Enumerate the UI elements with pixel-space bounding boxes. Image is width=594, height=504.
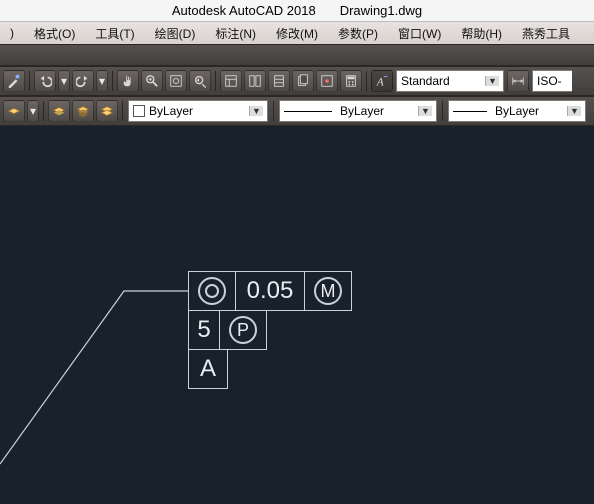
toolbar-properties: ▾ ByLayer ▼ ByLayer ▼ ByLayer ▼ — [0, 96, 594, 126]
lineweight-preview-icon — [453, 111, 487, 112]
quickcalc-button[interactable] — [340, 70, 362, 92]
redo-dropdown[interactable]: ▾ — [96, 70, 108, 92]
projected-modifier-icon: P — [229, 316, 257, 344]
text-style-icon[interactable]: A — [371, 70, 393, 92]
toolbar-spacer — [0, 44, 594, 66]
app-name: Autodesk AutoCAD 2018 — [172, 3, 316, 18]
menu-dim[interactable]: 标注(N) — [207, 23, 264, 44]
layer-iso-button[interactable] — [72, 100, 94, 122]
menu-tools[interactable]: 工具(T) — [87, 23, 142, 44]
menu-modify[interactable]: 修改(M) — [268, 23, 326, 44]
layer-previous-button[interactable] — [48, 100, 70, 122]
gdt-datum-cell: A — [188, 349, 228, 389]
chevron-down-icon: ▼ — [567, 106, 581, 116]
toolbar-standard: ▾ ▾ A Standard ▼ ISO- — [0, 66, 594, 96]
menu-bar: ) 格式(O) 工具(T) 绘图(D) 标注(N) 修改(M) 参数(P) 窗口… — [0, 22, 594, 44]
chevron-down-icon: ▼ — [418, 106, 432, 116]
title-bar: Autodesk AutoCAD 2018 Drawing1.dwg — [0, 0, 594, 22]
linetype-value: ByLayer — [340, 104, 384, 118]
match-properties-button[interactable] — [3, 70, 25, 92]
undo-dropdown[interactable]: ▾ — [58, 70, 70, 92]
redo-button[interactable] — [72, 70, 94, 92]
gdt-datum-num-cell: 5 — [188, 310, 220, 350]
linetype-preview-icon — [284, 111, 332, 112]
lineweight-value: ByLayer — [495, 104, 539, 118]
menu-window[interactable]: 窗口(W) — [390, 23, 449, 44]
gdt-symbol-cell — [188, 271, 236, 311]
text-style-dropdown[interactable]: Standard ▼ — [396, 70, 504, 92]
zoom-window-button[interactable] — [165, 70, 187, 92]
gdt-frame[interactable]: 0.05 M 5 P A — [189, 271, 352, 389]
layer-state-dropdown[interactable]: ▾ — [27, 100, 39, 122]
chevron-down-icon: ▼ — [485, 76, 499, 86]
menu-help[interactable]: 帮助(H) — [453, 23, 510, 44]
gdt-modifier-cell: M — [304, 271, 352, 311]
menu-param[interactable]: 参数(P) — [330, 23, 386, 44]
pan-button[interactable] — [117, 70, 139, 92]
gdt-tolerance-cell: 0.05 — [235, 271, 305, 311]
menu-draw[interactable]: 绘图(D) — [147, 23, 204, 44]
text-style-value: Standard — [401, 74, 450, 88]
sheet-set-button[interactable] — [292, 70, 314, 92]
zoom-realtime-button[interactable] — [141, 70, 163, 92]
color-value: ByLayer — [149, 104, 193, 118]
color-dropdown[interactable]: ByLayer ▼ — [128, 100, 268, 122]
gdt-row-2: 5 P — [189, 311, 352, 350]
menu-truncated[interactable]: ) — [2, 24, 22, 42]
chevron-down-icon: ▼ — [249, 106, 263, 116]
concentricity-icon — [198, 277, 226, 305]
layer-state-button[interactable] — [3, 100, 25, 122]
doc-name: Drawing1.dwg — [340, 3, 422, 18]
gdt-row-3: A — [189, 350, 352, 389]
tool-palettes-button[interactable] — [268, 70, 290, 92]
dim-style-value: ISO- — [537, 74, 562, 88]
menu-format[interactable]: 格式(O) — [26, 23, 83, 44]
color-swatch-icon — [133, 105, 145, 117]
properties-button[interactable] — [220, 70, 242, 92]
gdt-datum-modifier-cell: P — [219, 310, 267, 350]
drawing-canvas[interactable]: 0.05 M 5 P A — [0, 134, 594, 504]
undo-button[interactable] — [34, 70, 56, 92]
dim-style-icon[interactable] — [507, 70, 529, 92]
linetype-dropdown[interactable]: ByLayer ▼ — [279, 100, 437, 122]
gdt-row-1: 0.05 M — [189, 271, 352, 311]
zoom-previous-button[interactable] — [189, 70, 211, 92]
markup-set-button[interactable] — [316, 70, 338, 92]
menu-yanxiu[interactable]: 燕秀工具 — [514, 23, 578, 44]
layer-uniso-button[interactable] — [96, 100, 118, 122]
mmc-modifier-icon: M — [314, 277, 342, 305]
lineweight-dropdown[interactable]: ByLayer ▼ — [448, 100, 586, 122]
svg-text:A: A — [376, 76, 384, 88]
dim-style-dropdown[interactable]: ISO- — [532, 70, 572, 92]
design-center-button[interactable] — [244, 70, 266, 92]
